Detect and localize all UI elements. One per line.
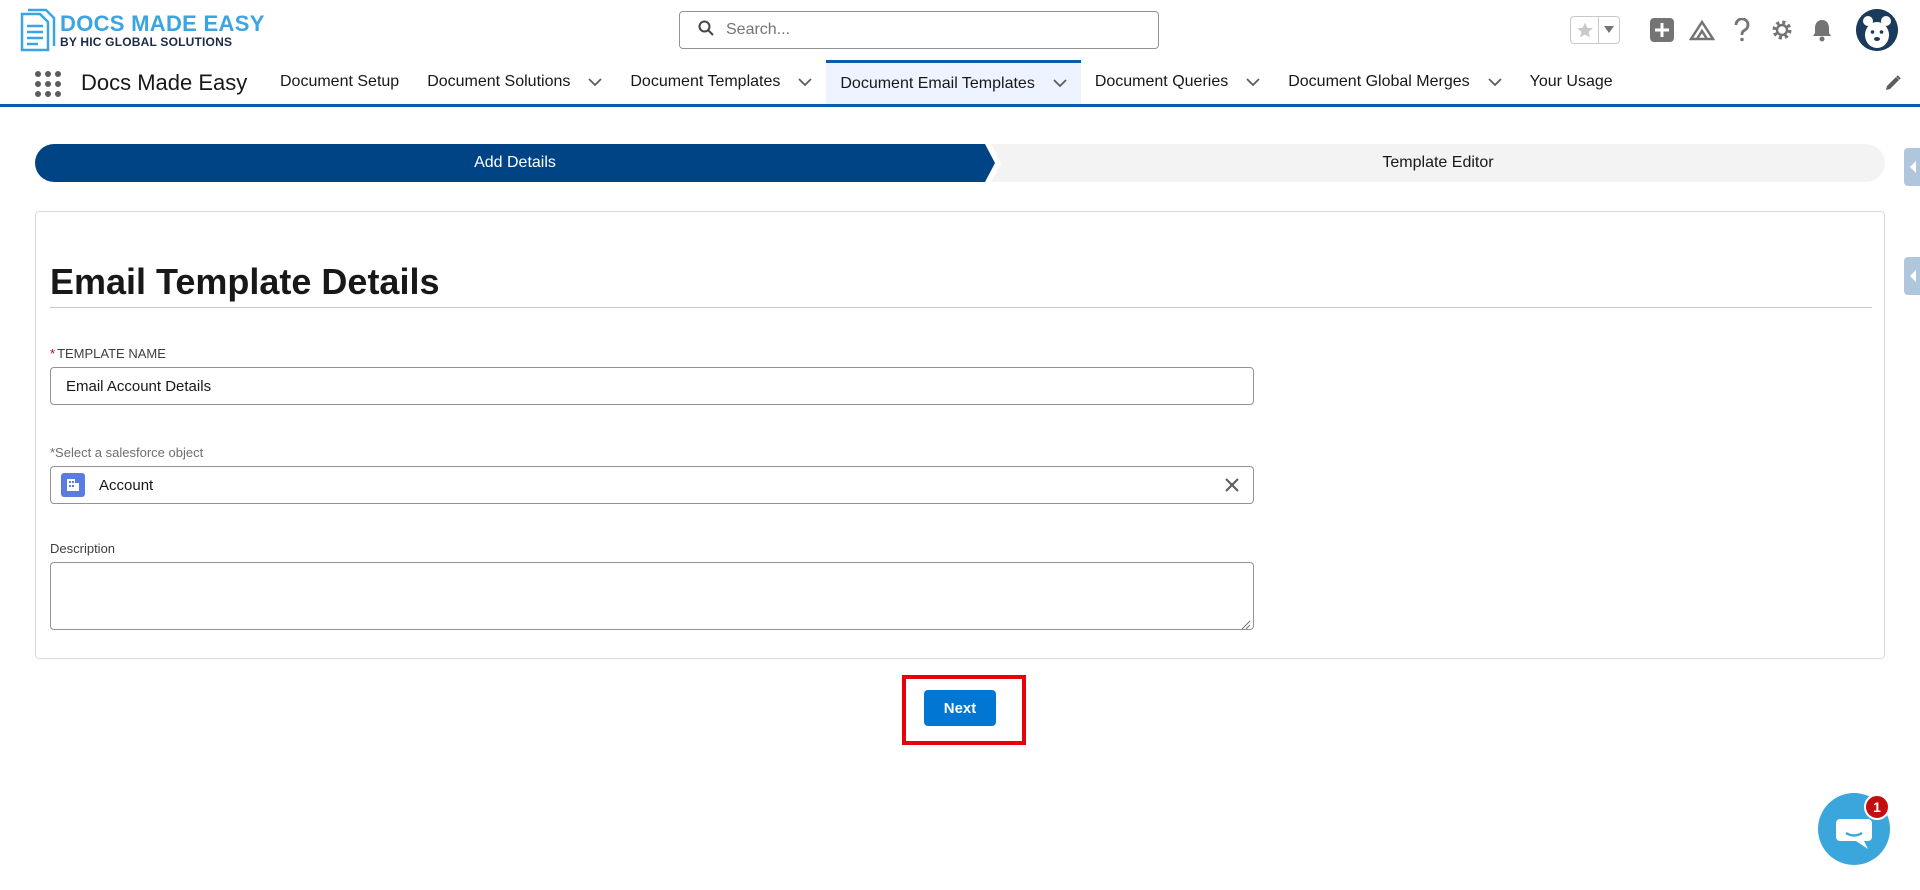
app-navigation-bar: Docs Made Easy Document Setup Document So…: [0, 60, 1920, 107]
nav-tab-label: Document Templates: [630, 73, 781, 90]
resize-handle-icon[interactable]: [1241, 617, 1251, 630]
required-marker: *: [50, 346, 56, 361]
bell-icon[interactable]: [1808, 16, 1836, 44]
favorites-group[interactable]: [1570, 16, 1620, 44]
nav-tab-label: Document Setup: [280, 73, 400, 90]
help-icon[interactable]: [1728, 16, 1756, 44]
next-button[interactable]: Next: [924, 690, 996, 726]
trailhead-icon[interactable]: [1688, 16, 1716, 44]
chevron-down-icon[interactable]: [588, 77, 603, 87]
salesforce-object-value: Account: [99, 476, 154, 494]
description-label: Description: [50, 541, 116, 556]
progress-path: Add Details Template Editor: [35, 144, 1885, 182]
global-search-input[interactable]: Search...: [679, 11, 1159, 49]
app-launcher-icon[interactable]: [34, 70, 62, 98]
global-header: DOCS MADE EASY BY HIC GLOBAL SOLUTIONS S…: [0, 0, 1920, 60]
chevron-down-icon[interactable]: [798, 77, 813, 87]
pencil-icon[interactable]: [1884, 74, 1904, 94]
divider: [50, 307, 1872, 308]
nav-tab-label: Your Usage: [1529, 73, 1613, 90]
gear-icon[interactable]: [1768, 16, 1796, 44]
user-avatar[interactable]: [1856, 9, 1898, 51]
nav-tabs: Document Setup Document Solutions Document…: [266, 60, 1627, 107]
nav-tab-label: Document Solutions: [427, 73, 571, 90]
side-panel-toggle[interactable]: [1904, 257, 1920, 295]
chevron-down-icon[interactable]: [1488, 77, 1502, 87]
side-panel-toggle[interactable]: [1904, 148, 1920, 186]
app-name: Docs Made Easy: [81, 70, 248, 95]
nav-tab-label: Document Global Merges: [1288, 73, 1470, 90]
template-name-input[interactable]: Email Account Details: [50, 367, 1254, 405]
email-template-details-card: Email Template Details * TEMPLATE NAME Em…: [35, 211, 1885, 659]
close-icon[interactable]: [1223, 476, 1241, 494]
search-placeholder: Search...: [726, 21, 791, 38]
description-textarea[interactable]: [50, 562, 1254, 630]
logo-title: DOCS MADE EASY: [60, 10, 265, 36]
nav-tab-document-solutions[interactable]: Document Solutions: [413, 60, 616, 104]
nav-tab-label: Document Email Templates: [840, 74, 1035, 92]
add-icon[interactable]: [1648, 16, 1676, 44]
account-icon: [61, 473, 85, 497]
nav-tab-document-setup[interactable]: Document Setup: [266, 60, 413, 104]
notification-badge: 1: [1864, 794, 1890, 820]
star-icon[interactable]: [1571, 17, 1599, 43]
chevron-down-icon[interactable]: [1053, 79, 1067, 88]
template-name-label: * TEMPLATE NAME: [50, 346, 166, 361]
logo-subtitle: BY HIC GLOBAL SOLUTIONS: [60, 34, 233, 49]
nav-tab-your-usage[interactable]: Your Usage: [1516, 60, 1627, 104]
search-icon: [698, 20, 714, 41]
path-step-template-editor[interactable]: Template Editor: [991, 144, 1885, 182]
chevron-down-icon[interactable]: [1246, 77, 1260, 87]
nav-tab-document-queries[interactable]: Document Queries: [1081, 60, 1274, 104]
nav-tab-document-email-templates[interactable]: Document Email Templates: [826, 60, 1081, 104]
nav-tab-document-global-merges[interactable]: Document Global Merges: [1274, 60, 1515, 104]
path-step-add-details[interactable]: Add Details: [35, 144, 995, 182]
page-title: Email Template Details: [50, 261, 440, 302]
salesforce-object-label: *Select a salesforce object: [50, 445, 204, 460]
app-logo[interactable]: DOCS MADE EASY BY HIC GLOBAL SOLUTIONS: [18, 8, 265, 52]
chevron-down-icon[interactable]: [1599, 17, 1619, 43]
template-name-value: Email Account Details: [66, 377, 212, 395]
template-name-label-text: TEMPLATE NAME: [57, 346, 166, 361]
document-icon: [18, 8, 58, 52]
nav-tab-document-templates[interactable]: Document Templates: [616, 60, 826, 104]
nav-tab-label: Document Queries: [1094, 73, 1229, 90]
salesforce-object-lookup[interactable]: Account: [50, 466, 1254, 504]
